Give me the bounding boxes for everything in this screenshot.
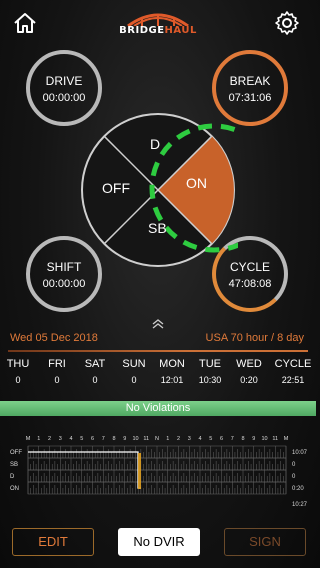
hour-tick-label: 2 <box>48 436 51 442</box>
ruleset-label[interactable]: USA 70 hour / 8 day <box>206 332 304 344</box>
break-label: BREAK <box>229 74 271 88</box>
hour-tick-label: 8 <box>112 436 115 442</box>
wheel-d-label[interactable]: D <box>150 136 160 152</box>
divider <box>8 350 308 352</box>
hour-tick-label: 4 <box>69 436 72 442</box>
day-sat[interactable]: SAT 0 <box>75 358 115 385</box>
logo-text-bridge: BRIDGE <box>119 25 165 36</box>
log-row-label: OFF <box>10 450 22 456</box>
sign-button[interactable]: SIGN <box>224 528 306 556</box>
hour-tick-label: 5 <box>209 436 212 442</box>
hour-tick-label: 3 <box>188 436 191 442</box>
hour-tick-label: 6 <box>91 436 94 442</box>
grand-total: 10:27 <box>292 502 308 508</box>
chevron-up-icon[interactable] <box>150 318 166 330</box>
hour-tick-label: 9 <box>252 436 255 442</box>
log-row-total: 0:20 <box>292 486 304 492</box>
hour-tick-label: 3 <box>59 436 62 442</box>
cycle-value: 47:08:08 <box>228 278 272 290</box>
violations-banner: No Violations <box>0 401 316 416</box>
log-row-total: 0 <box>292 462 296 468</box>
hour-tick-label: N <box>155 436 159 442</box>
hour-tick-label: 1 <box>37 436 40 442</box>
hour-tick-label: 9 <box>123 436 126 442</box>
shift-value: 00:00:00 <box>42 278 86 290</box>
edit-button[interactable]: EDIT <box>12 528 94 556</box>
wheel-on-label[interactable]: ON <box>186 175 207 191</box>
no-dvir-button[interactable]: No DVIR <box>118 528 200 556</box>
hour-tick-label: M <box>284 436 289 442</box>
current-date: Wed 05 Dec 2018 <box>10 332 98 344</box>
gear-icon[interactable] <box>274 10 300 36</box>
log-row-label: ON <box>10 486 19 492</box>
home-icon[interactable] <box>12 10 38 36</box>
hour-tick-label: 10 <box>261 436 267 442</box>
hour-tick-label: 8 <box>241 436 244 442</box>
log-row-total: 10:07 <box>292 450 308 456</box>
log-row-label: D <box>10 474 15 480</box>
hour-tick-label: 11 <box>143 436 149 442</box>
hour-tick-label: 6 <box>220 436 223 442</box>
hour-tick-label: 11 <box>272 436 278 442</box>
drive-value: 00:00:00 <box>42 92 86 104</box>
log-graph[interactable]: M 1 2 3 4 5 6 7 8 9 10 11 N 1 2 3 4 5 6 7 8 9 10 11 M OFFSBDON 1… <box>10 432 310 512</box>
hour-tick-label: 1 <box>166 436 169 442</box>
hour-tick-label: 2 <box>177 436 180 442</box>
wheel-off-label[interactable]: OFF <box>102 180 130 196</box>
day-tue[interactable]: TUE 10:30 <box>190 358 230 385</box>
day-thu[interactable]: THU 0 <box>0 358 38 385</box>
wheel-sb-label[interactable]: SB <box>148 220 167 236</box>
weekly-summary: THU 0 FRI 0 SAT 0 SUN 0 MON 12:01 TUE 10:30 WE… <box>0 358 316 396</box>
day-sun[interactable]: SUN 0 <box>114 358 154 385</box>
log-row-label: SB <box>10 462 18 468</box>
bridgehaul-logo: BRIDGEHAUL <box>118 8 198 38</box>
date-ruleset-row: Wed 05 Dec 2018 USA 70 hour / 8 day <box>0 332 316 348</box>
break-value: 07:31:06 <box>228 92 272 104</box>
drive-label: DRIVE <box>45 74 83 88</box>
day-fri[interactable]: FRI 0 <box>37 358 77 385</box>
hour-tick-label: 7 <box>231 436 234 442</box>
logo-text-haul: HAUL <box>164 25 197 36</box>
day-mon[interactable]: MON 12:01 <box>152 358 192 385</box>
cycle-total: CYCLE 22:51 <box>274 358 312 385</box>
hour-tick-label: M <box>26 436 31 442</box>
log-row-total: 0 <box>292 474 296 480</box>
hour-tick-label: 7 <box>102 436 105 442</box>
hour-tick-label: 10 <box>132 436 138 442</box>
hour-tick-label: 4 <box>198 436 201 442</box>
day-wed[interactable]: WED 0:20 <box>229 358 269 385</box>
hour-tick-label: 5 <box>80 436 83 442</box>
